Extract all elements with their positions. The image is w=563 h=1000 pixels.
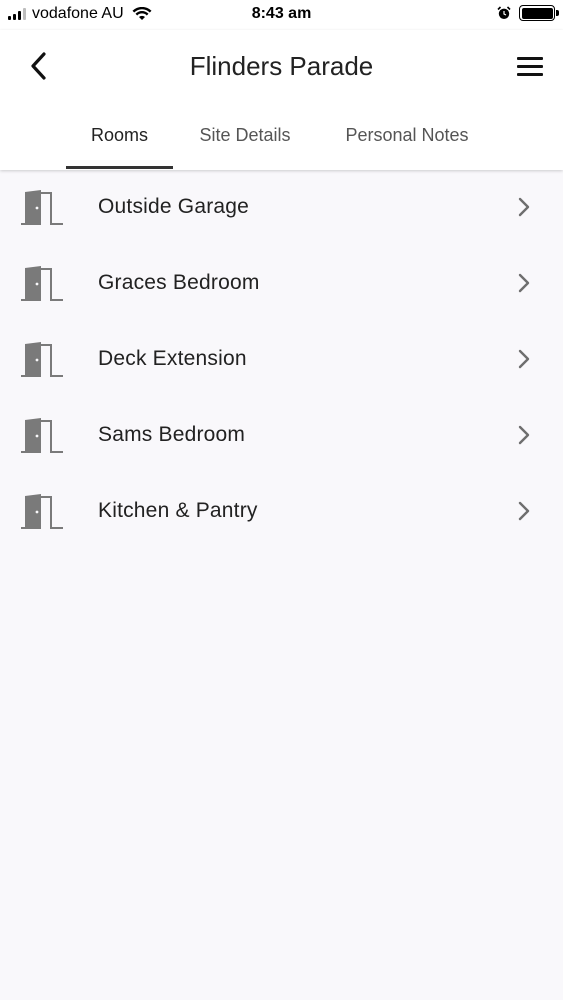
door-icon [21,418,63,453]
hamburger-menu-icon-bar [517,72,543,76]
door-icon [21,190,63,225]
active-tab-indicator [66,166,173,169]
room-label: Deck Extension [98,347,247,370]
room-list-item[interactable]: Deck Extension [0,322,563,398]
status-time: 8:43 am [251,5,312,22]
tab-bar: Rooms Site Details Personal Notes [0,116,563,170]
room-list-item[interactable]: Graces Bedroom [0,246,563,322]
app-header: Flinders Parade Rooms Site Details Perso… [0,30,563,170]
room-list-item[interactable]: Outside Garage [0,170,563,246]
room-list-item[interactable]: Sams Bedroom [0,398,563,474]
page-title: Flinders Parade [189,51,374,81]
chevron-right-icon [518,501,530,521]
chevron-right-icon [518,425,530,445]
room-label: Sams Bedroom [98,423,246,446]
room-label: Kitchen & Pantry [98,499,258,522]
chevron-right-icon [518,273,530,293]
hamburger-menu-icon [517,56,543,60]
chevron-right-icon [518,197,530,217]
room-list-item[interactable]: Kitchen & Pantry [0,474,563,550]
door-icon [21,342,63,377]
tab-personal-notes[interactable]: Personal Notes [328,116,486,170]
room-label: Graces Bedroom [98,271,260,294]
battery-icon [519,5,559,21]
status-right [497,5,559,21]
tab-site-details[interactable]: Site Details [184,116,306,170]
room-list: Outside Garage Graces Bedroom Deck Exten… [0,170,563,550]
alarm-clock-icon [497,6,511,19]
menu-button[interactable] [517,52,545,80]
door-icon [21,266,63,301]
hamburger-menu-icon-bar [517,64,543,68]
chevron-right-icon [518,349,530,369]
door-icon [21,494,63,529]
room-label: Outside Garage [98,195,250,218]
status-bar: vodafone AU 8:43 am [0,0,563,30]
tab-rooms[interactable]: Rooms [66,116,173,170]
